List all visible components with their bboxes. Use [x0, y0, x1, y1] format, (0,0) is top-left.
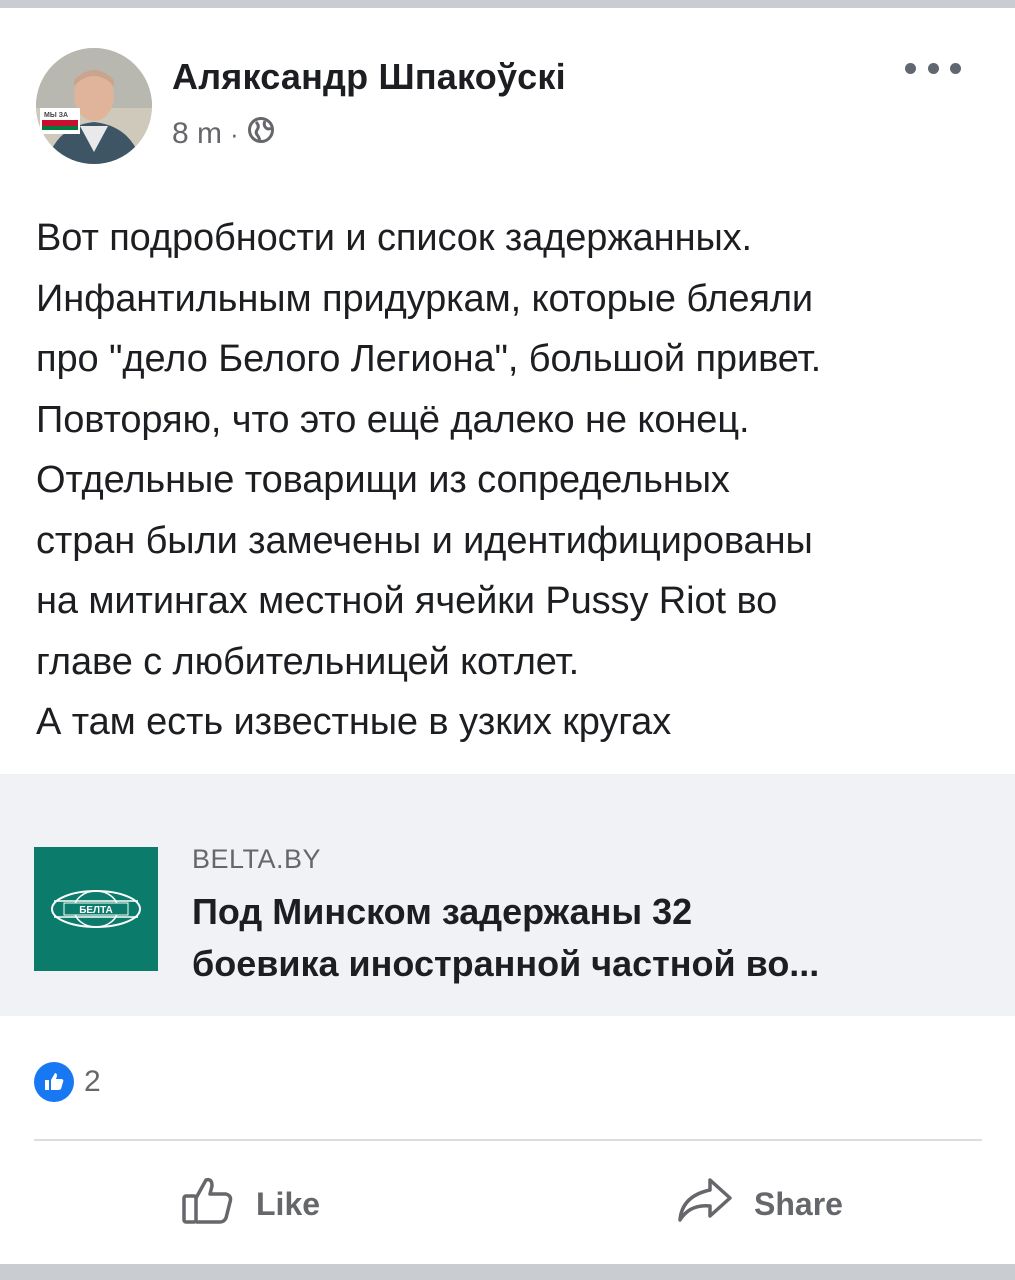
belta-logo: БЕЛТА	[34, 847, 158, 971]
svg-text:МЫ ЗА: МЫ ЗА	[44, 112, 68, 119]
reactions-summary[interactable]: 2	[34, 1062, 101, 1102]
like-button[interactable]: Like	[180, 1168, 320, 1240]
post-text-line: Повторяю, что это ещё далеко не конец.	[36, 398, 750, 441]
share-label: Share	[754, 1185, 843, 1222]
post-timestamp[interactable]: 8 m	[172, 117, 222, 151]
more-options-icon[interactable]	[905, 56, 961, 80]
divider	[34, 1139, 982, 1141]
post-text-line: на митингах местной ячейки Pussy Riot во	[36, 580, 778, 622]
post-text-line: Инфантильным придуркам, которые блеяли	[36, 277, 814, 320]
link-title[interactable]: Под Минском задержаны 32 боевика иностра…	[192, 886, 972, 990]
link-title-line: боевика иностранной частной во...	[192, 943, 820, 984]
author-name[interactable]: Аляксандр Шпакоўскі	[172, 56, 566, 98]
belta-logo-text: БЕЛТА	[79, 905, 113, 916]
post-text-line: Отдельные товарищи из сопредельных	[36, 459, 730, 501]
link-domain: BELTA.BY	[192, 844, 322, 874]
post-text-line: главе с любительницей котлет.	[36, 640, 580, 683]
post-text-line: А там есть известные в узких кругах	[36, 701, 672, 743]
thumbs-up-icon	[34, 1062, 74, 1102]
post-text: Вот подробности и список задержанных. Ин…	[36, 208, 996, 813]
link-title-line: Под Минском задержаны 32	[192, 891, 693, 932]
like-label: Like	[256, 1185, 321, 1222]
share-button[interactable]: Share	[676, 1168, 843, 1240]
share-arrow-icon	[676, 1174, 734, 1234]
post-meta: 8 m ·	[172, 114, 275, 154]
thumbs-up-outline-icon	[180, 1174, 236, 1234]
post-text-line: Вот подробности и список задержанных.	[36, 217, 753, 259]
post-text-line: стран были замечены и идентифицированы	[36, 519, 813, 562]
author-avatar[interactable]: МЫ ЗА	[36, 48, 152, 164]
meta-separator: ·	[230, 118, 239, 149]
action-bar: Like Share	[0, 1168, 1015, 1240]
globe-icon	[247, 116, 275, 152]
post-card: МЫ ЗА Аляксандр Шпакоўскі 8 m · Вот подр…	[0, 8, 1015, 1264]
link-preview[interactable]: БЕЛТА BELTA.BY Под Минском задержаны 32 …	[0, 774, 1015, 1016]
reaction-count: 2	[84, 1065, 101, 1098]
post-text-line: про "дело Белого Легиона", большой приве…	[36, 338, 822, 380]
